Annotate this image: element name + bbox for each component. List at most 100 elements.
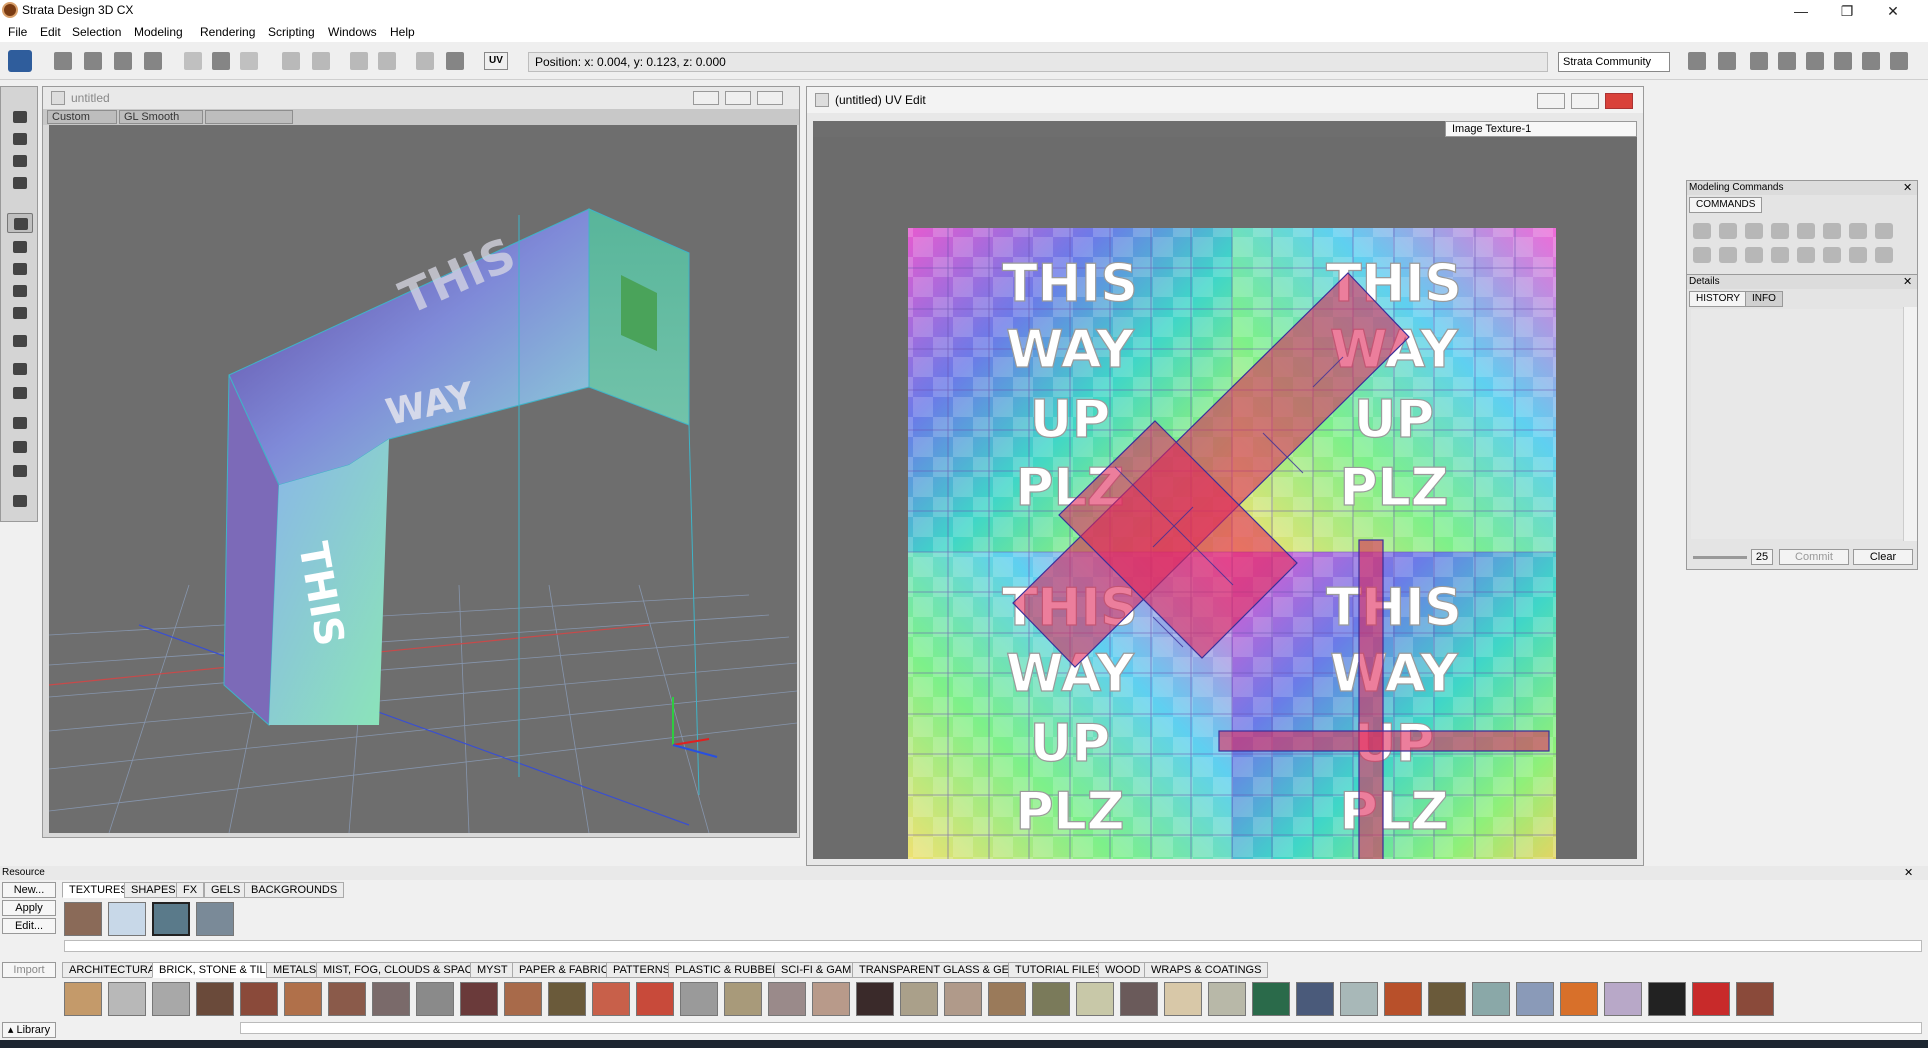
align-icon[interactable] [416,52,434,70]
tab-commands[interactable]: COMMANDS [1689,197,1763,213]
command-icon[interactable] [1849,223,1867,239]
modeling-minimize-button[interactable] [693,91,719,105]
command-icon[interactable] [1797,247,1815,263]
command-icon[interactable] [1745,223,1763,239]
command-icon[interactable] [1797,223,1815,239]
panel-close-icon[interactable]: ✕ [1904,866,1913,880]
texture-swatch[interactable] [196,982,234,1016]
menu-windows[interactable]: Windows [328,25,377,39]
texture-scrollbar[interactable] [64,940,1922,952]
uv-edit-button[interactable]: UV [484,52,508,70]
texture-swatch[interactable] [1648,982,1686,1016]
paste-icon[interactable] [240,52,258,70]
texture-swatch[interactable] [812,982,850,1016]
apply-button[interactable]: Apply [2,900,56,916]
texture-select[interactable]: Image Texture-1 [1445,121,1637,137]
texture-swatch[interactable] [64,902,102,936]
texture-swatch[interactable] [152,902,190,936]
point-tool-icon[interactable] [7,173,33,193]
texture-swatch[interactable] [1208,982,1246,1016]
align-right-icon[interactable] [1718,52,1736,70]
texture-swatch[interactable] [636,982,674,1016]
hand-select-icon[interactable] [7,107,33,127]
texture-swatch[interactable] [416,982,454,1016]
command-icon[interactable] [1745,247,1763,263]
tab-tutorial-files[interactable]: TUTORIAL FILES [1008,962,1110,978]
texture-swatch[interactable] [1736,982,1774,1016]
texture-swatch[interactable] [1120,982,1158,1016]
tab-info[interactable]: INFO [1745,291,1783,307]
tab-wood[interactable]: WOOD [1098,962,1148,978]
strata-cube-icon[interactable] [8,50,32,72]
texture-swatch[interactable] [1384,982,1422,1016]
camera-icon[interactable] [1862,52,1880,70]
modeling-close-button[interactable] [757,91,783,105]
texture-swatch[interactable] [196,902,234,936]
tab-shapes[interactable]: SHAPES [124,882,183,898]
tab-plastic-rubber[interactable]: PLASTIC & RUBBER [668,962,788,978]
line-tool-icon[interactable] [7,359,33,379]
panel-close-icon[interactable]: ✕ [1903,275,1912,288]
align-left-icon[interactable] [1688,52,1706,70]
selection-arrow-icon[interactable] [7,213,33,233]
save-icon[interactable] [114,52,132,70]
uv-island-vertical[interactable] [1358,539,1384,859]
texture-swatch[interactable] [592,982,630,1016]
view-options-select[interactable] [205,110,293,124]
texture-swatch[interactable] [1164,982,1202,1016]
texture-swatch[interactable] [328,982,366,1016]
command-icon[interactable] [1693,223,1711,239]
texture-swatch[interactable] [372,982,410,1016]
camera-tool-icon[interactable] [7,491,33,511]
tab-metals[interactable]: METALS [266,962,324,978]
history-scrollbar[interactable] [1903,307,1917,541]
tab-paper-fabric[interactable]: PAPER & FABRIC [512,962,616,978]
pan-hand-icon[interactable] [7,413,33,433]
texture-swatch[interactable] [1428,982,1466,1016]
zoom-icon[interactable] [7,461,33,481]
render-settings-icon[interactable] [1890,52,1908,70]
minimize-button[interactable]: — [1778,0,1824,22]
command-icon[interactable] [1719,223,1737,239]
render-icon[interactable] [144,52,162,70]
scale-tool-icon[interactable] [7,281,33,301]
tab-myst[interactable]: MYST [470,962,515,978]
history-count-field[interactable]: 25 [1751,549,1773,565]
menu-scripting[interactable]: Scripting [268,25,315,39]
texture-swatch[interactable] [504,982,542,1016]
move-tool-icon[interactable] [7,237,33,257]
tab-brick-stone-tile[interactable]: BRICK, STONE & TILE [152,962,280,978]
tab-gels[interactable]: GELS [204,882,248,898]
command-icon[interactable] [1771,247,1789,263]
command-icon[interactable] [1823,223,1841,239]
tab-glass-gems[interactable]: TRANSPARENT GLASS & GEMS [852,962,1033,978]
face-tool-icon[interactable] [7,151,33,171]
object-icon[interactable] [1750,52,1768,70]
tab-wraps-coatings[interactable]: WRAPS & COATINGS [1144,962,1269,978]
history-slider[interactable] [1693,556,1747,559]
command-icon[interactable] [1693,247,1711,263]
menu-rendering[interactable]: Rendering [200,25,255,39]
history-list[interactable] [1691,309,1903,539]
new-file-icon[interactable] [54,52,72,70]
texture-swatch[interactable] [1692,982,1730,1016]
uv-tool-icon[interactable] [7,303,33,323]
menu-selection[interactable]: Selection [72,25,121,39]
new-resource-button[interactable]: New... [2,882,56,898]
ungroup-icon[interactable] [378,52,396,70]
tab-history[interactable]: HISTORY [1689,291,1748,307]
texture-swatch[interactable] [1032,982,1070,1016]
texture-swatch[interactable] [988,982,1026,1016]
group-icon[interactable] [350,52,368,70]
texture-swatch[interactable] [900,982,938,1016]
menu-file[interactable]: File [8,25,27,39]
command-icon[interactable] [1849,247,1867,263]
menu-edit[interactable]: Edit [40,25,61,39]
uv-maximize-button[interactable] [1571,93,1599,109]
light-icon[interactable] [1778,52,1796,70]
render-mode-select[interactable]: GL Smooth [119,110,203,124]
clear-button[interactable]: Clear [1853,549,1913,565]
command-icon[interactable] [1875,247,1893,263]
command-icon[interactable] [1719,247,1737,263]
copy-icon[interactable] [212,52,230,70]
